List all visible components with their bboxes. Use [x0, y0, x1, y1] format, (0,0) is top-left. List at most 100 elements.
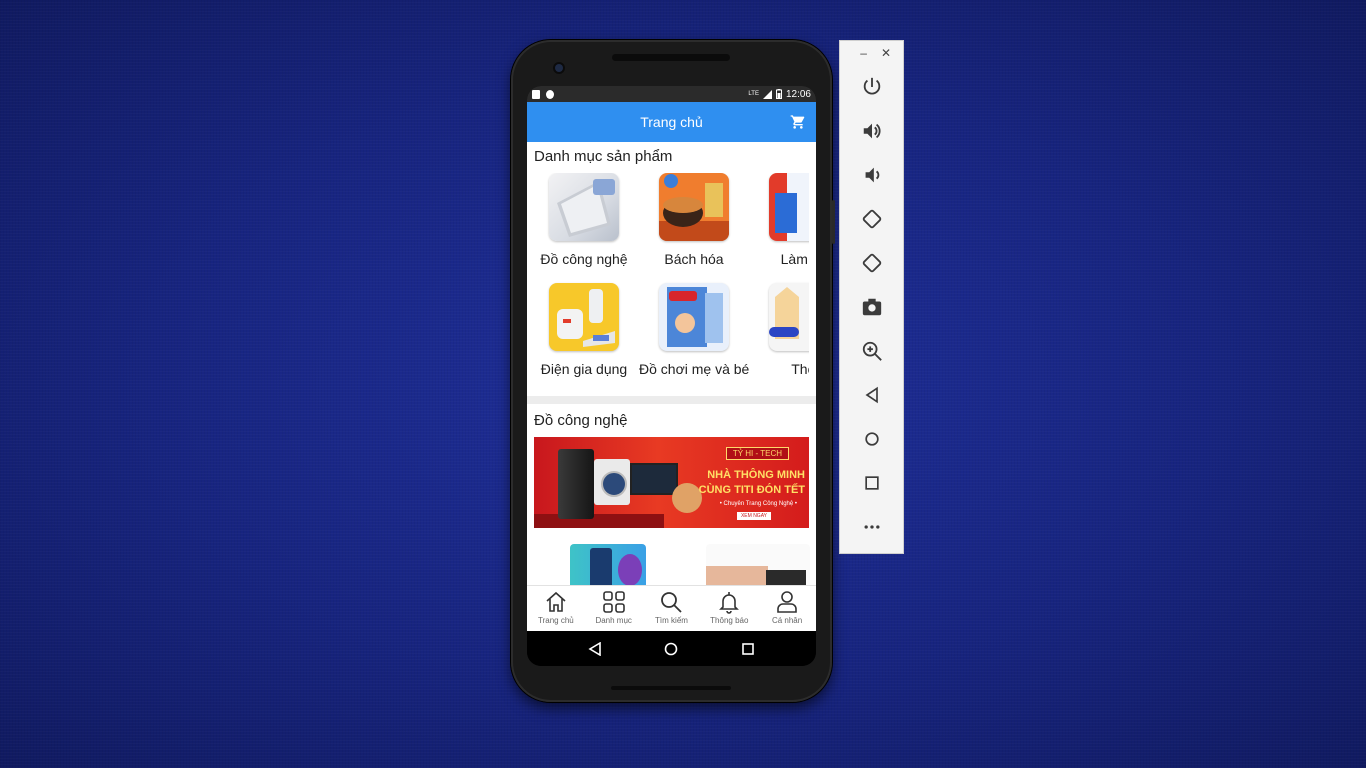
tv-image	[630, 463, 678, 495]
minimize-button[interactable]: –	[860, 46, 867, 60]
power-icon	[863, 77, 880, 95]
category-section-title: Danh mục sản phẩm	[534, 148, 673, 165]
more-button[interactable]	[840, 505, 903, 549]
tech-section-title: Đồ công nghệ	[534, 412, 628, 429]
nav-home[interactable]: Trang chủ	[527, 590, 585, 625]
promo-banner[interactable]: TỶ HI - TECH NHÀ THÔNG MINH CÙNG TITI ĐÓ…	[534, 437, 809, 528]
page-title: Trang chủ	[640, 114, 703, 130]
side-button	[832, 200, 835, 244]
laptop-illustration	[706, 566, 806, 585]
category-item[interactable]: Đồ chơi mẹ và bé	[639, 283, 749, 377]
battery-icon	[775, 89, 782, 99]
overview-button[interactable]	[840, 461, 903, 505]
nav-label: Tìm kiếm	[655, 616, 688, 625]
nav-notifications[interactable]: Thông báo	[700, 590, 758, 625]
nav-label: Thông báo	[710, 616, 749, 625]
scroll-content[interactable]: Danh mục sản phẩm Đồ công nghệ Bách hóa	[527, 142, 816, 585]
banner-cta-button[interactable]: XEM NGAY	[736, 512, 771, 520]
grid-icon	[602, 591, 625, 613]
category-label: Điện gia dụng	[540, 361, 628, 377]
back-button[interactable]	[840, 373, 903, 417]
close-button[interactable]: ✕	[881, 46, 891, 60]
screenshot-button[interactable]	[840, 285, 903, 329]
power-button[interactable]	[840, 65, 903, 109]
zoom-icon	[862, 341, 882, 361]
home-button[interactable]	[840, 417, 903, 461]
rotate-left-button[interactable]	[840, 197, 903, 241]
search-icon	[661, 592, 683, 613]
home-icon	[864, 432, 879, 446]
banner-caption: • Chuyên Trang Công Nghệ •	[719, 501, 797, 507]
nav-search[interactable]: Tìm kiếm	[643, 590, 701, 625]
signal-icon	[762, 89, 772, 99]
nav-profile[interactable]: Cá nhân	[758, 590, 816, 625]
banner-stage	[534, 514, 664, 528]
phone-illustration	[590, 548, 642, 585]
category-section: Danh mục sản phẩm Đồ công nghệ Bách hóa	[527, 142, 816, 396]
volume-down-button[interactable]	[840, 153, 903, 197]
laptop-product-image[interactable]	[706, 544, 810, 585]
overview-icon[interactable]	[741, 642, 755, 656]
nav-categories[interactable]: Danh mục	[585, 590, 643, 625]
earpiece-speaker	[612, 54, 730, 61]
category-item[interactable]: Làm đẹ	[749, 173, 809, 267]
category-thumbnail	[659, 283, 729, 351]
appliances-image	[557, 289, 615, 347]
cosmetics-image	[769, 173, 809, 241]
bottom-nav: Trang chủ Danh mục Tìm kiếm Thông báo Cá…	[527, 585, 816, 631]
category-item[interactable]: Điện gia dụng	[534, 283, 639, 377]
category-thumbnail	[659, 173, 729, 241]
category-label: Đồ chơi mẹ và bé	[639, 361, 750, 377]
category-label: Đồ công nghệ	[540, 251, 628, 267]
status-time: 12:06	[785, 88, 811, 100]
banner-badge: TỶ HI - TECH	[725, 447, 789, 460]
volume-up-button[interactable]	[840, 109, 903, 153]
laptop-image	[557, 179, 615, 237]
window-controls: – ✕	[840, 41, 903, 65]
category-grid[interactable]: Đồ công nghệ Bách hóa Làm đẹ	[534, 173, 809, 398]
tech-section: Đồ công nghệ TỶ HI - TECH NHÀ THÔNG MINH…	[527, 404, 816, 585]
front-camera	[555, 64, 563, 72]
home-icon[interactable]	[664, 642, 678, 656]
volume-up-icon	[863, 123, 880, 139]
category-item[interactable]: Thờ	[749, 283, 809, 377]
nav-label: Trang chủ	[538, 616, 574, 625]
category-thumbnail	[549, 173, 619, 241]
rotate-right-icon	[862, 253, 881, 273]
washer-image	[594, 459, 630, 505]
status-bar: LTE 12:06	[527, 86, 816, 102]
system-nav-bar	[527, 631, 816, 666]
mascot-image	[672, 483, 702, 513]
fridge-image	[558, 449, 594, 519]
emulator-toolbar: – ✕	[839, 40, 904, 554]
category-thumbnail	[769, 283, 809, 351]
diapers-image	[667, 287, 723, 347]
phone-frame: LTE 12:06 Trang chủ Danh mục sản phẩm Đồ…	[511, 40, 835, 702]
product-row	[534, 544, 810, 585]
bottom-speaker	[611, 686, 731, 690]
bell-icon	[719, 592, 740, 614]
nav-label: Cá nhân	[771, 616, 803, 625]
category-label: Làm đẹ	[780, 251, 809, 267]
overview-icon	[864, 476, 879, 490]
rotate-left-icon	[862, 209, 881, 229]
volume-down-icon	[865, 167, 879, 183]
sd-card-icon	[532, 89, 540, 99]
category-item[interactable]: Bách hóa	[639, 173, 749, 267]
back-icon[interactable]	[588, 641, 602, 656]
category-thumbnail	[769, 173, 809, 241]
banner-subheadline: CÙNG TITI ĐÓN TẾT	[698, 484, 805, 496]
zoom-button[interactable]	[840, 329, 903, 373]
home-icon	[546, 591, 566, 612]
nav-label: Danh mục	[595, 616, 632, 625]
app-bar: Trang chủ	[527, 102, 816, 142]
category-label: Bách hóa	[664, 251, 724, 267]
food-image	[659, 174, 729, 241]
cart-icon[interactable]	[790, 114, 806, 130]
category-thumbnail	[549, 283, 619, 351]
network-type: LTE	[748, 91, 759, 97]
phone-product-image[interactable]	[570, 544, 646, 585]
category-item[interactable]: Đồ công nghệ	[534, 173, 639, 267]
camera-icon	[862, 298, 881, 316]
rotate-right-button[interactable]	[840, 241, 903, 285]
